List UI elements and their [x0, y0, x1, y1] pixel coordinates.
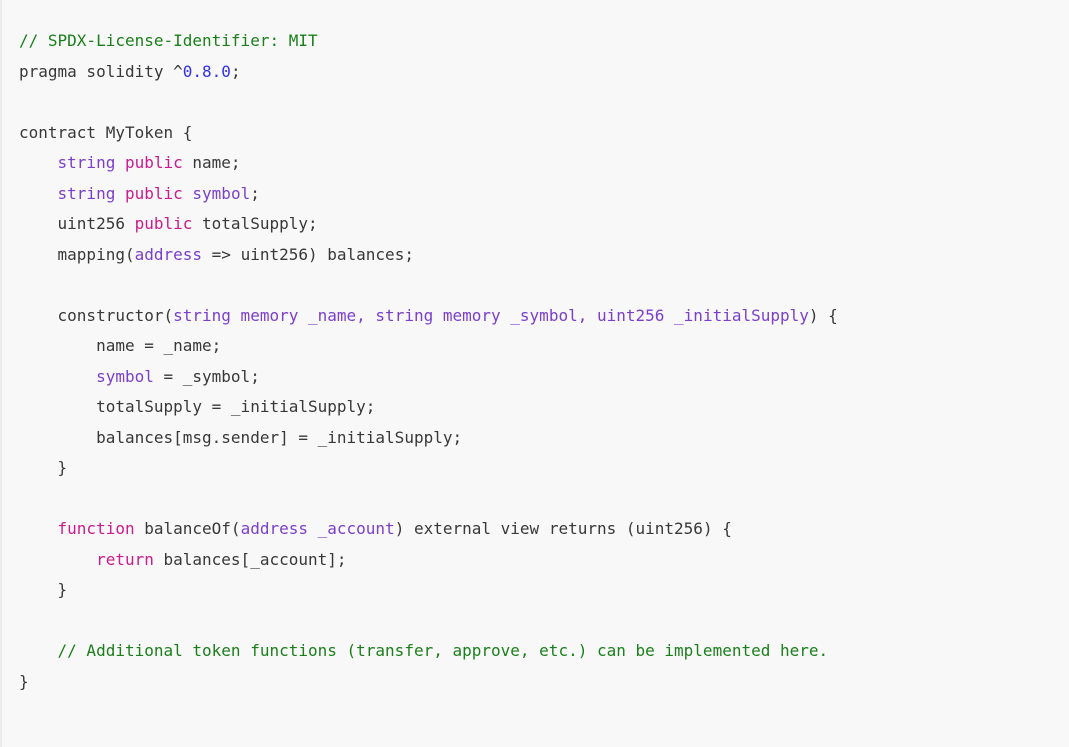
- code-token-pln: [19, 519, 58, 538]
- code-token-kw: public: [124, 153, 183, 172]
- code-line: }: [19, 667, 1069, 698]
- code-line: contract MyToken {: [19, 118, 1069, 149]
- code-token-pln: name;: [182, 153, 241, 172]
- code-token-typ: symbol: [192, 183, 251, 203]
- code-token-pln: }: [19, 671, 29, 691]
- code-line: string public symbol;: [19, 179, 1069, 210]
- code-token-kw: return: [96, 549, 154, 569]
- code-token-cmt: // SPDX-License-Identifier: MIT: [19, 31, 318, 50]
- code-line: constructor(string memory _name, string …: [19, 301, 1069, 332]
- code-token-pln: = _symbol;: [153, 366, 260, 386]
- code-token-typ: ,: [356, 305, 376, 325]
- code-token-pln: totalSupply = _initialSupply;: [19, 397, 376, 416]
- code-line: }: [19, 575, 1069, 606]
- code-token-pln: }: [19, 580, 68, 599]
- code-token-kw: function: [57, 519, 135, 538]
- code-token-pln: ;: [250, 183, 260, 203]
- code-token-pln: balances[msg.sender] = _initialSupply;: [19, 427, 463, 447]
- code-token-pln: [183, 184, 193, 203]
- code-token-pln: name = _name;: [19, 336, 222, 355]
- code-token-kw: public: [134, 214, 193, 233]
- code-token-kw: public: [124, 183, 183, 203]
- code-token-pln: ;: [230, 61, 241, 81]
- code-line: function balanceOf(address _account) ext…: [19, 514, 1069, 545]
- code-token-pln: [19, 184, 58, 203]
- code-token-pln: [19, 641, 58, 660]
- code-block[interactable]: // SPDX-License-Identifier: MIT pragma so…: [2, 0, 1069, 747]
- code-line: string public name;: [19, 148, 1069, 179]
- code-token-pln: [19, 367, 96, 386]
- code-line: pragma solidity ^0.8.0;: [19, 57, 1069, 88]
- code-token-typ: address: [134, 244, 203, 264]
- code-token-typ: string: [57, 153, 116, 172]
- code-token-num: 0.8.0: [182, 61, 231, 81]
- code-line: name = _name;: [19, 331, 1069, 362]
- source-code[interactable]: // SPDX-License-Identifier: MIT pragma so…: [19, 26, 1069, 697]
- code-token-typ: string memory _name: [173, 305, 357, 325]
- code-line: // Additional token functions (transfer,…: [19, 636, 1069, 667]
- code-line: symbol = _symbol;: [19, 362, 1069, 393]
- code-token-typ: string: [57, 183, 116, 203]
- code-token-pln: }: [19, 458, 68, 477]
- code-line: // SPDX-License-Identifier: MIT: [19, 26, 1069, 57]
- code-token-cmt: // Additional token functions (transfer,…: [57, 641, 829, 660]
- code-token-pln: [115, 184, 125, 203]
- code-token-pln: mapping(: [19, 244, 135, 264]
- code-token-pln: pragma solidity ^: [19, 61, 183, 81]
- code-token-typ: address _account: [240, 519, 395, 538]
- code-token-pln: [115, 153, 125, 172]
- code-token-pln: [19, 153, 58, 172]
- code-token-pln: balanceOf(: [134, 519, 241, 538]
- code-line: totalSupply = _initialSupply;: [19, 392, 1069, 423]
- code-token-pln: contract MyToken {: [19, 122, 193, 142]
- code-token-pln: [19, 550, 96, 569]
- code-token-pln: totalSupply;: [192, 214, 318, 233]
- code-token-pln: balances[_account];: [153, 549, 347, 569]
- code-snippet-viewport: // SPDX-License-Identifier: MIT pragma so…: [0, 0, 1069, 747]
- code-line: balances[msg.sender] = _initialSupply;: [19, 423, 1069, 454]
- code-token-pln: constructor(: [19, 305, 174, 325]
- code-line: }: [19, 453, 1069, 484]
- code-line: mapping(address => uint256) balances;: [19, 240, 1069, 271]
- code-token-typ: string memory _symbol, uint256 _initialS…: [375, 305, 809, 325]
- code-token-pln: ) external view returns (uint256) {: [394, 519, 732, 538]
- code-token-pln: uint256: [19, 214, 135, 233]
- code-token-pln: => uint256) balances;: [202, 244, 414, 264]
- code-line: return balances[_account];: [19, 545, 1069, 576]
- code-token-pln: ) {: [808, 305, 838, 325]
- code-token-typ: symbol: [96, 366, 154, 386]
- code-line: uint256 public totalSupply;: [19, 209, 1069, 240]
